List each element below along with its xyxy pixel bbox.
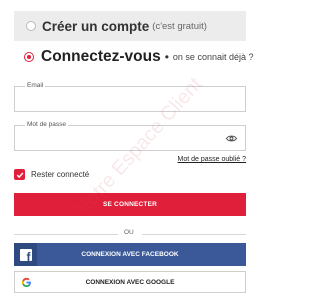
- facebook-login-button[interactable]: f CONNEXION AVEC FACEBOOK: [14, 243, 246, 266]
- remember-me[interactable]: Rester connecté: [14, 169, 89, 180]
- email-input[interactable]: [25, 93, 215, 107]
- password-input[interactable]: [25, 132, 215, 146]
- password-field-label: Mot de passe: [25, 121, 69, 128]
- login-button[interactable]: SE CONNECTER: [14, 193, 246, 216]
- separator-text: OU: [124, 229, 134, 236]
- remember-label: Rester connecté: [31, 170, 90, 179]
- login-separator-dot: •: [164, 50, 169, 64]
- facebook-login-label: CONNEXION AVEC FACEBOOK: [81, 251, 179, 258]
- google-login-button[interactable]: CONNEXION AVEC GOOGLE: [14, 271, 246, 293]
- email-field[interactable]: Email: [14, 82, 246, 112]
- create-account-subtitle: (c'est gratuit): [152, 20, 207, 32]
- separator-line-left: [14, 234, 118, 235]
- login-header[interactable]: Connectez-vous • on se connait déjà ?: [24, 48, 253, 66]
- checkmark-icon: [16, 171, 23, 178]
- google-icon: [15, 272, 37, 292]
- create-account-tab[interactable]: Créer un compte (c'est gratuit): [14, 11, 246, 41]
- eye-icon[interactable]: [226, 134, 237, 143]
- password-field[interactable]: Mot de passe: [14, 121, 246, 151]
- create-account-title: Créer un compte: [42, 18, 150, 34]
- facebook-icon: f: [14, 243, 37, 266]
- email-field-label: Email: [25, 82, 46, 89]
- separator-line-right: [142, 234, 246, 235]
- login-title: Connectez-vous: [41, 48, 161, 65]
- login-subtitle: on se connait déjà ?: [172, 52, 254, 62]
- create-account-radio[interactable]: [26, 21, 36, 31]
- google-login-label: CONNEXION AVEC GOOGLE: [85, 278, 175, 286]
- login-radio[interactable]: [24, 52, 34, 62]
- forgot-password-link[interactable]: Mot de passe oublié ?: [178, 156, 247, 163]
- remember-checkbox[interactable]: [14, 169, 25, 180]
